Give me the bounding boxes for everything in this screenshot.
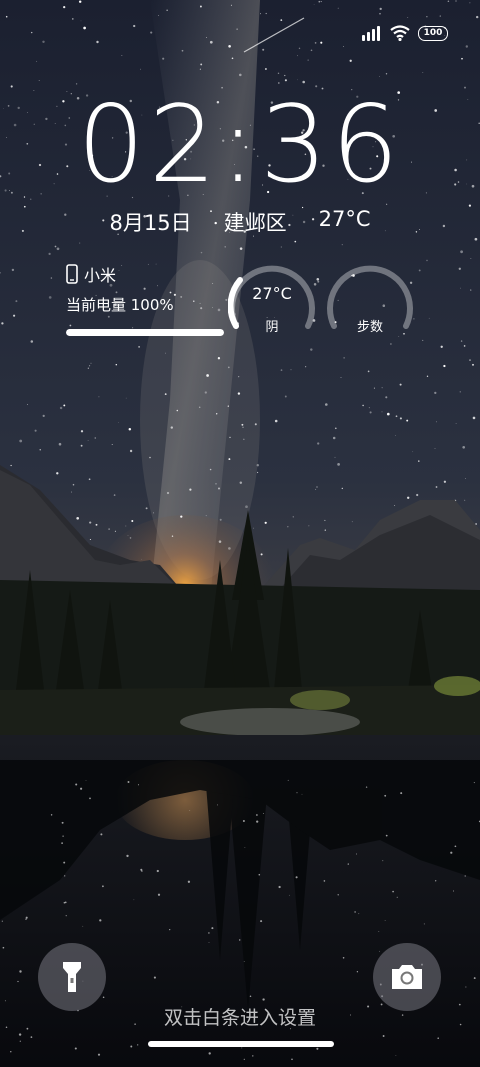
- lock-clock: 02:36: [77, 83, 403, 206]
- battery-icon: 100: [418, 25, 448, 41]
- steps-widget[interactable]: 步数: [326, 260, 414, 340]
- weather-widget[interactable]: 27°C 阴: [228, 260, 316, 340]
- wifi-icon: [390, 25, 410, 41]
- date-label: 8月15日: [109, 211, 192, 235]
- weather-condition: 阴: [265, 320, 279, 335]
- flashlight-icon: [63, 962, 81, 992]
- camera-button[interactable]: [373, 943, 441, 1011]
- charge-progress-bar: [66, 329, 224, 336]
- settings-hint: 双击白条进入设置: [163, 1007, 316, 1029]
- charge-label: 当前电量 100%: [66, 296, 174, 314]
- temperature-label: 27°C: [318, 207, 371, 231]
- device-name: 小米: [84, 266, 117, 285]
- device-battery-widget[interactable]: 小米 当前电量 100%: [66, 262, 228, 336]
- date-row: 8月15日 建邺区 27°C: [0, 207, 480, 237]
- home-indicator-bar[interactable]: [148, 1041, 334, 1047]
- flashlight-button[interactable]: [38, 943, 106, 1011]
- camera-icon: [392, 965, 422, 989]
- location-label: 建邺区: [223, 211, 287, 235]
- phone-icon: [66, 264, 78, 284]
- signal-icon: [362, 25, 382, 41]
- steps-label: 步数: [356, 320, 383, 335]
- weather-temperature: 27°C: [252, 284, 292, 303]
- charge-progress-fill: [66, 329, 224, 336]
- battery-level: 100: [423, 28, 443, 38]
- status-bar: 100: [362, 22, 448, 44]
